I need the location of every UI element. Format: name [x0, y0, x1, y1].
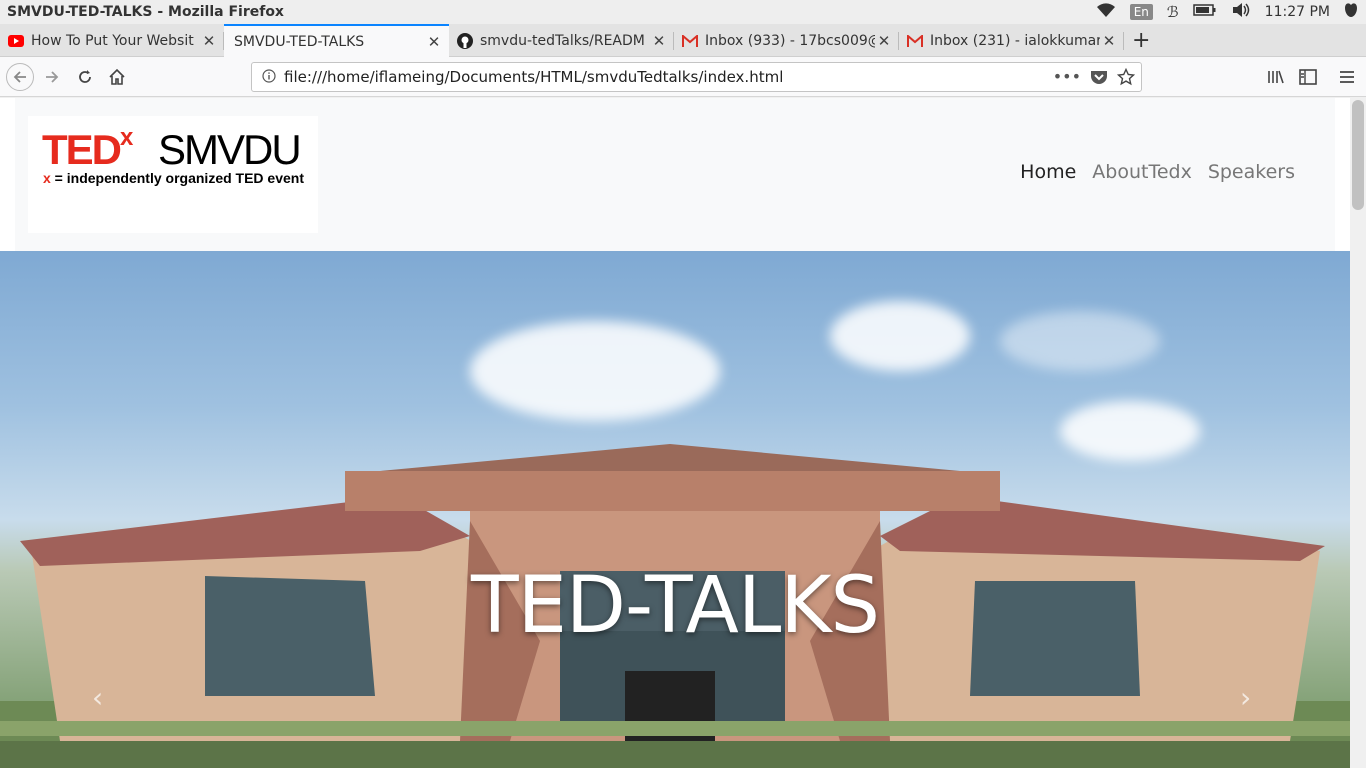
hero-title: TED-TALKS	[470, 561, 880, 652]
tab-label: Inbox (231) - ialokkumar	[930, 32, 1100, 49]
close-tab-icon[interactable]: ✕	[650, 32, 668, 50]
close-tab-icon[interactable]: ✕	[200, 32, 218, 50]
reload-button[interactable]	[71, 63, 99, 91]
logo-smvdu-text: SMVDU	[158, 126, 302, 173]
page-scrollbar[interactable]	[1350, 98, 1366, 768]
power-menu-icon[interactable]	[1344, 2, 1358, 22]
forward-arrow-icon	[46, 71, 59, 83]
gmail-icon	[682, 33, 698, 49]
cloud-shape	[830, 301, 970, 371]
home-button[interactable]	[103, 63, 131, 91]
system-tray: En ℬ 11:27 PM	[1096, 0, 1366, 24]
volume-icon[interactable]	[1231, 2, 1251, 22]
tab-gmail-inbox-231[interactable]: Inbox (231) - ialokkumar ✕	[899, 24, 1124, 57]
back-arrow-icon	[13, 71, 26, 83]
close-tab-icon[interactable]: ✕	[875, 32, 893, 50]
close-tab-icon[interactable]: ✕	[425, 33, 443, 51]
tedx-smvdu-logo[interactable]: TEDx SMVDU x = independently organized T…	[28, 116, 318, 233]
cloud-shape	[470, 321, 720, 421]
logo-tagline: x = independently organized TED event	[43, 170, 305, 186]
hero-carousel: TED-TALKS ‹ ›	[0, 251, 1350, 768]
clock[interactable]: 11:27 PM	[1265, 4, 1330, 20]
home-icon	[109, 68, 125, 85]
url-bar[interactable]: file:///home/iflameing/Documents/HTML/sm…	[251, 62, 1142, 92]
cloud-shape	[1000, 311, 1160, 371]
page-actions-icon[interactable]: •••	[1053, 67, 1081, 86]
info-icon[interactable]	[262, 68, 276, 87]
tab-label: How To Put Your Websit	[31, 32, 194, 49]
tab-youtube[interactable]: How To Put Your Websit ✕	[0, 24, 224, 57]
site-header: TEDx SMVDU x = independently organized T…	[15, 98, 1335, 251]
carousel-prev-button[interactable]: ‹	[92, 681, 103, 714]
pocket-icon[interactable]	[1090, 69, 1108, 89]
tab-label: Inbox (933) - 17bcs009@	[705, 32, 875, 49]
menu-button[interactable]	[1333, 63, 1361, 91]
battery-icon[interactable]	[1192, 3, 1217, 21]
system-top-panel: SMVDU-TED-TALKS - Mozilla Firefox En ℬ 1…	[0, 0, 1366, 24]
gmail-icon	[907, 33, 923, 49]
sidebar-button[interactable]	[1294, 63, 1322, 91]
url-text[interactable]: file:///home/iflameing/Documents/HTML/sm…	[284, 68, 783, 86]
navigation-toolbar: file:///home/iflameing/Documents/HTML/sm…	[0, 57, 1366, 97]
nav-home-link[interactable]: Home	[1020, 161, 1076, 183]
scrollbar-thumb[interactable]	[1352, 100, 1364, 210]
tab-divider	[1123, 32, 1124, 50]
forward-button[interactable]	[38, 63, 66, 91]
sidebar-icon	[1299, 69, 1317, 85]
nav-abouttedx-link[interactable]: AboutTedx	[1092, 161, 1192, 183]
logo-ted-text: TEDx	[42, 124, 133, 173]
web-page: TEDx SMVDU x = independently organized T…	[0, 98, 1350, 768]
tab-gmail-inbox-933[interactable]: Inbox (933) - 17bcs009@ ✕	[674, 24, 899, 57]
youtube-icon	[8, 33, 24, 49]
tab-label: SMVDU-TED-TALKS	[234, 34, 365, 50]
github-icon	[457, 32, 473, 49]
tab-smvdu-ted-talks[interactable]: SMVDU-TED-TALKS ✕	[224, 24, 449, 58]
bookmark-star-icon[interactable]	[1116, 67, 1136, 90]
carousel-next-button[interactable]: ›	[1240, 681, 1251, 714]
tab-strip: How To Put Your Websit ✕ SMVDU-TED-TALKS…	[0, 24, 1366, 58]
library-button[interactable]	[1262, 63, 1290, 91]
tab-github-readme[interactable]: smvdu-tedTalks/READM ✕	[449, 24, 674, 57]
back-button[interactable]	[6, 63, 34, 91]
window-title: SMVDU-TED-TALKS - Mozilla Firefox	[7, 4, 284, 20]
nav-speakers-link[interactable]: Speakers	[1208, 161, 1295, 183]
new-tab-button[interactable]: +	[1128, 24, 1158, 57]
tab-label: smvdu-tedTalks/READM	[480, 32, 645, 49]
bluetooth-icon[interactable]: ℬ	[1167, 3, 1179, 21]
wifi-icon[interactable]	[1096, 2, 1116, 22]
close-tab-icon[interactable]: ✕	[1100, 32, 1118, 50]
keyboard-layout-indicator[interactable]: En	[1129, 4, 1153, 20]
site-navigation: Home AboutTedx Speakers	[1020, 161, 1295, 183]
library-icon	[1268, 70, 1284, 84]
reload-icon	[79, 70, 91, 83]
hamburger-menu-icon	[1340, 71, 1354, 83]
